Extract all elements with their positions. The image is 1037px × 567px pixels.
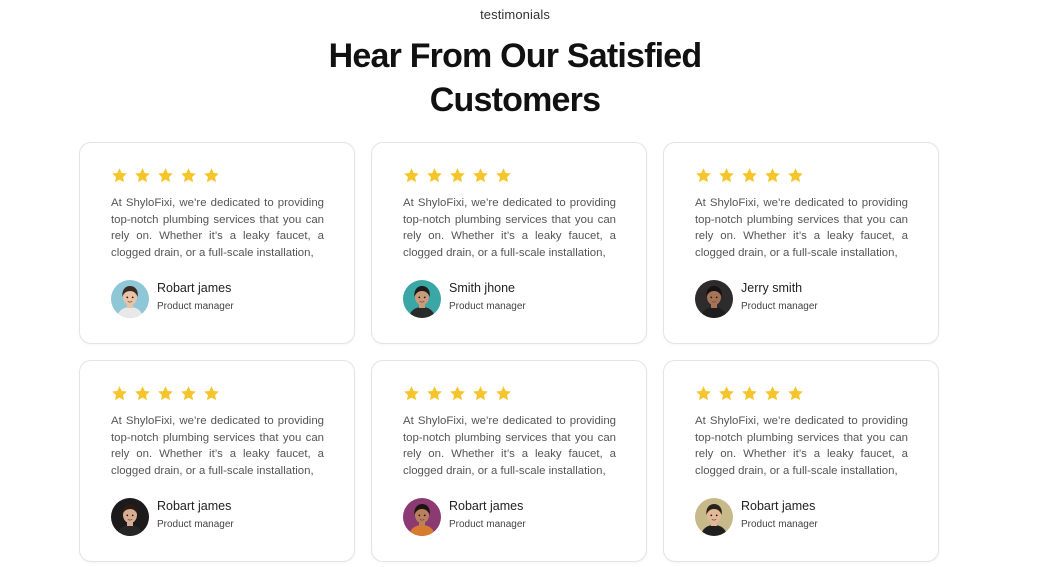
star-icon	[450, 168, 465, 183]
review-text: At ShyloFixi, we’re dedicated to providi…	[403, 415, 616, 477]
review-text: At ShyloFixi, we’re dedicated to providi…	[111, 415, 324, 477]
rating-stars	[403, 385, 512, 402]
star-icon	[204, 386, 219, 401]
person-avatar-icon	[403, 498, 441, 536]
section-title-text: Hear From Our Satisfied Customers	[328, 37, 703, 119]
person-avatar-icon	[695, 280, 733, 318]
author-name: Robart james	[449, 499, 524, 513]
star-icon	[765, 168, 780, 183]
star-icon	[112, 168, 127, 183]
star-icon	[427, 386, 442, 401]
star-icon	[473, 168, 488, 183]
star-icon	[742, 386, 757, 401]
star-icon	[696, 168, 711, 183]
testimonial-card: At ShyloFixi, we’re dedicated to providi…	[79, 142, 355, 344]
star-icon	[158, 386, 173, 401]
star-icon	[158, 168, 173, 183]
star-icon	[404, 168, 419, 183]
person-avatar-icon	[111, 280, 149, 318]
star-icon	[696, 386, 711, 401]
avatar	[403, 280, 441, 318]
author: Robart james Product manager	[403, 498, 526, 536]
star-icon	[765, 386, 780, 401]
author-role: Product manager	[157, 519, 234, 530]
star-icon	[719, 386, 734, 401]
star-icon	[404, 386, 419, 401]
author-role: Product manager	[741, 301, 818, 312]
person-avatar-icon	[403, 280, 441, 318]
testimonials-section: testimonials Hear From Our Satisfied Cus…	[0, 0, 1037, 567]
author-name: Smith jhone	[449, 281, 516, 295]
star-icon	[181, 386, 196, 401]
star-icon	[112, 386, 127, 401]
author-role: Product manager	[449, 519, 526, 530]
section-title: Hear From Our Satisfied Customers	[0, 34, 1030, 122]
author: Robart james Product manager	[111, 498, 234, 536]
testimonial-card: At ShyloFixi, we’re dedicated to providi…	[79, 360, 355, 562]
avatar	[403, 498, 441, 536]
avatar	[111, 498, 149, 536]
author-name: Robart james	[157, 281, 232, 295]
star-icon	[204, 168, 219, 183]
author: Jerry smith Product manager	[695, 280, 818, 318]
star-icon	[788, 386, 803, 401]
review-text: At ShyloFixi, we’re dedicated to providi…	[111, 197, 324, 259]
rating-stars	[111, 167, 220, 184]
avatar	[695, 498, 733, 536]
testimonial-grid: At ShyloFixi, we’re dedicated to providi…	[79, 142, 939, 562]
author: Robart james Product manager	[111, 280, 234, 318]
author-name: Robart james	[157, 499, 232, 513]
author-role: Product manager	[449, 301, 526, 312]
star-icon	[135, 386, 150, 401]
star-icon	[181, 168, 196, 183]
review-text: At ShyloFixi, we’re dedicated to providi…	[403, 197, 616, 259]
person-avatar-icon	[695, 498, 733, 536]
rating-stars	[695, 385, 804, 402]
author-name: Jerry smith	[741, 281, 803, 295]
testimonial-card: At ShyloFixi, we’re dedicated to providi…	[663, 142, 939, 344]
rating-stars	[695, 167, 804, 184]
author-role: Product manager	[157, 301, 234, 312]
star-icon	[719, 168, 734, 183]
avatar	[695, 280, 733, 318]
author: Robart james Product manager	[695, 498, 818, 536]
star-icon	[473, 386, 488, 401]
rating-stars	[403, 167, 512, 184]
star-icon	[450, 386, 465, 401]
star-icon	[496, 168, 511, 183]
avatar	[111, 280, 149, 318]
review-text: At ShyloFixi, we’re dedicated to providi…	[695, 415, 908, 477]
review-text: At ShyloFixi, we’re dedicated to providi…	[695, 197, 908, 259]
rating-stars	[111, 385, 220, 402]
star-icon	[496, 386, 511, 401]
section-eyebrow: testimonials	[480, 7, 550, 22]
author: Smith jhone Product manager	[403, 280, 526, 318]
testimonial-card: At ShyloFixi, we’re dedicated to providi…	[663, 360, 939, 562]
star-icon	[135, 168, 150, 183]
testimonial-card: At ShyloFixi, we’re dedicated to providi…	[371, 360, 647, 562]
person-avatar-icon	[111, 498, 149, 536]
star-icon	[788, 168, 803, 183]
author-name: Robart james	[741, 499, 816, 513]
author-role: Product manager	[741, 519, 818, 530]
star-icon	[742, 168, 757, 183]
testimonial-card: At ShyloFixi, we’re dedicated to providi…	[371, 142, 647, 344]
star-icon	[427, 168, 442, 183]
